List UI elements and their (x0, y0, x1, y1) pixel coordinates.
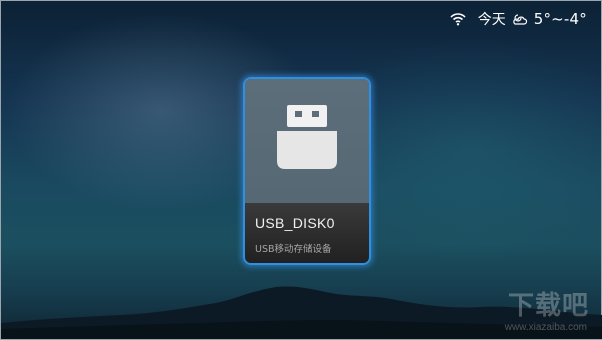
watermark-logo: 下载吧 www.xiazaiba.com (473, 283, 593, 335)
status-bar: 今天 5°~-4° (450, 9, 587, 29)
temperature-range: 5°~-4° (533, 10, 587, 28)
card-label-area (245, 203, 369, 263)
card-icon-area (245, 79, 369, 203)
wifi-icon (450, 13, 466, 26)
watermark-text: 下载吧 (507, 291, 589, 321)
device-description: USB移动存储设备 (255, 244, 332, 255)
home-screen: 今天 5°~-4° USB_DISK0 USB移动存储设备 下载吧 www.xi… (0, 0, 602, 340)
cloudy-night-icon (512, 14, 527, 25)
weather-day-label: 今天 (477, 12, 506, 28)
usb-drive-icon (277, 105, 337, 169)
usb-device-card[interactable]: USB_DISK0 USB移动存储设备 (243, 77, 371, 265)
device-name: USB_DISK0 (255, 215, 335, 231)
watermark-url: www.xiazaiba.com (504, 322, 587, 333)
